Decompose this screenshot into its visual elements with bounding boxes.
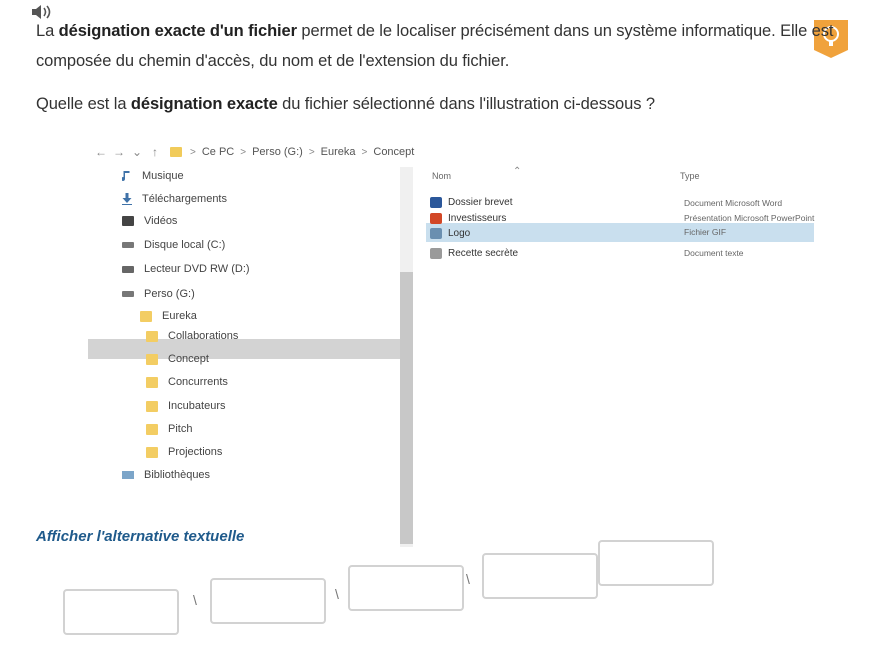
speaker-icon[interactable] <box>30 4 52 20</box>
answer-box-4[interactable] <box>482 553 598 599</box>
sidebar-item-bibliotheques[interactable]: Bibliothèques <box>122 465 210 485</box>
sidebar-item-pitch[interactable]: Pitch <box>146 419 192 439</box>
sidebar-item-incubateurs[interactable]: Incubateurs <box>146 396 225 416</box>
sidebar-item-label: Lecteur DVD RW (D:) <box>144 263 250 275</box>
sidebar-item-label: Téléchargements <box>142 193 227 205</box>
question-line-2: composée du chemin d'accès, du nom et de… <box>36 52 510 70</box>
answer-box-3[interactable] <box>348 565 464 611</box>
back-arrow-icon[interactable]: ← <box>92 145 110 159</box>
file-type: Présentation Microsoft PowerPoint <box>684 213 815 223</box>
sidebar-item-label: Disque local (C:) <box>144 239 226 251</box>
sort-chevron-icon[interactable]: ⌃ <box>513 166 521 177</box>
breadcrumb-separator: > <box>240 146 247 158</box>
path-separator: \ <box>335 586 339 602</box>
music-icon <box>122 171 130 182</box>
path-separator: \ <box>466 571 470 587</box>
breadcrumb-item[interactable]: Ce PC <box>202 146 234 158</box>
sidebar-item-label: Incubateurs <box>168 400 226 412</box>
folder-icon <box>140 310 152 322</box>
sidebar-item-videos[interactable]: Vidéos <box>122 211 177 231</box>
recent-chevron-icon[interactable]: ⌄ <box>128 145 146 159</box>
file-name: Logo <box>448 227 471 239</box>
sidebar-item-label: Projections <box>168 446 223 458</box>
sidebar-item-eureka[interactable]: Eureka <box>140 306 197 326</box>
answer-box-1[interactable] <box>63 589 179 635</box>
usb-drive-icon <box>122 291 134 297</box>
video-icon <box>122 216 134 226</box>
sidebar-item-label: Vidéos <box>144 215 178 227</box>
folder-icon <box>146 376 158 388</box>
sidebar-item-musique[interactable]: Musique <box>122 166 184 186</box>
folder-icon <box>146 330 158 342</box>
question-line-3: Quelle est la désignation exacte du fich… <box>36 95 655 113</box>
file-type: Document Microsoft Word <box>684 198 783 208</box>
sidebar-item-disque-local[interactable]: Disque local (C:) <box>122 235 225 255</box>
column-header-type[interactable]: Type <box>680 171 700 181</box>
sidebar-item-label: Eureka <box>162 310 197 322</box>
dvd-icon <box>122 265 134 273</box>
path-separator: \ <box>193 592 197 608</box>
up-arrow-icon[interactable]: ↑ <box>146 145 164 159</box>
file-name: Dossier brevet <box>448 196 513 208</box>
folder-icon <box>146 446 158 458</box>
folder-icon <box>146 400 158 412</box>
answer-box-5[interactable] <box>598 540 714 586</box>
breadcrumb-separator: > <box>190 146 196 158</box>
folder-icon <box>146 353 158 365</box>
text-file-icon <box>430 247 442 259</box>
forward-arrow-icon[interactable]: → <box>110 145 128 159</box>
sidebar-item-telechargements[interactable]: Téléchargements <box>122 189 227 209</box>
sidebar-item-label: Perso (G:) <box>144 288 195 300</box>
file-type: Document texte <box>684 248 744 258</box>
sidebar-item-concurrents[interactable]: Concurrents <box>146 372 228 392</box>
file-type: Fichier GIF <box>684 227 727 237</box>
download-icon <box>122 193 132 205</box>
sidebar-item-lecteur-dvd[interactable]: Lecteur DVD RW (D:) <box>122 259 250 279</box>
file-row-recette-secrete[interactable]: Recette secrète <box>430 244 518 262</box>
powerpoint-file-icon <box>430 212 442 224</box>
file-name: Investisseurs <box>448 212 507 224</box>
breadcrumb-item[interactable]: Perso (G:) <box>252 146 303 158</box>
library-icon <box>122 471 134 479</box>
file-name: Recette secrète <box>448 247 519 259</box>
sidebar-scrollbar-thumb[interactable] <box>400 272 413 544</box>
breadcrumb-separator: > <box>361 146 368 158</box>
image-file-icon <box>430 227 442 239</box>
column-header-name[interactable]: Nom <box>432 171 451 181</box>
breadcrumb-item[interactable]: Concept <box>373 146 414 158</box>
sidebar-item-label: Concurrents <box>168 376 228 388</box>
sidebar-item-label: Bibliothèques <box>144 469 211 481</box>
file-row-logo[interactable]: Logo <box>430 224 470 242</box>
sidebar-selection-highlight <box>88 339 406 359</box>
alt-text-link[interactable]: Afficher l'alternative textuelle <box>36 528 244 545</box>
sidebar-item-label: Concept <box>168 353 209 365</box>
sidebar-item-label: Musique <box>142 170 184 182</box>
drive-icon <box>122 242 134 248</box>
breadcrumb-separator: > <box>308 146 315 158</box>
sidebar-item-concept[interactable]: Concept <box>146 349 209 369</box>
breadcrumb-item[interactable]: Eureka <box>321 146 356 158</box>
folder-icon <box>146 423 158 435</box>
explorer-nav-bar: ← → ⌄ ↑ > Ce PC > Perso (G:) > Eureka > … <box>92 141 418 163</box>
sidebar-item-perso[interactable]: Perso (G:) <box>122 284 195 304</box>
folder-icon <box>170 147 182 157</box>
sidebar-item-projections[interactable]: Projections <box>146 442 222 462</box>
sidebar-item-label: Pitch <box>168 423 193 435</box>
answer-box-2[interactable] <box>210 578 326 624</box>
question-line-1: La désignation exacte d'un fichier perme… <box>36 22 834 40</box>
word-file-icon <box>430 196 442 208</box>
sidebar-item-collaborations[interactable]: Collaborations <box>146 326 238 346</box>
sidebar-item-label: Collaborations <box>168 330 239 342</box>
